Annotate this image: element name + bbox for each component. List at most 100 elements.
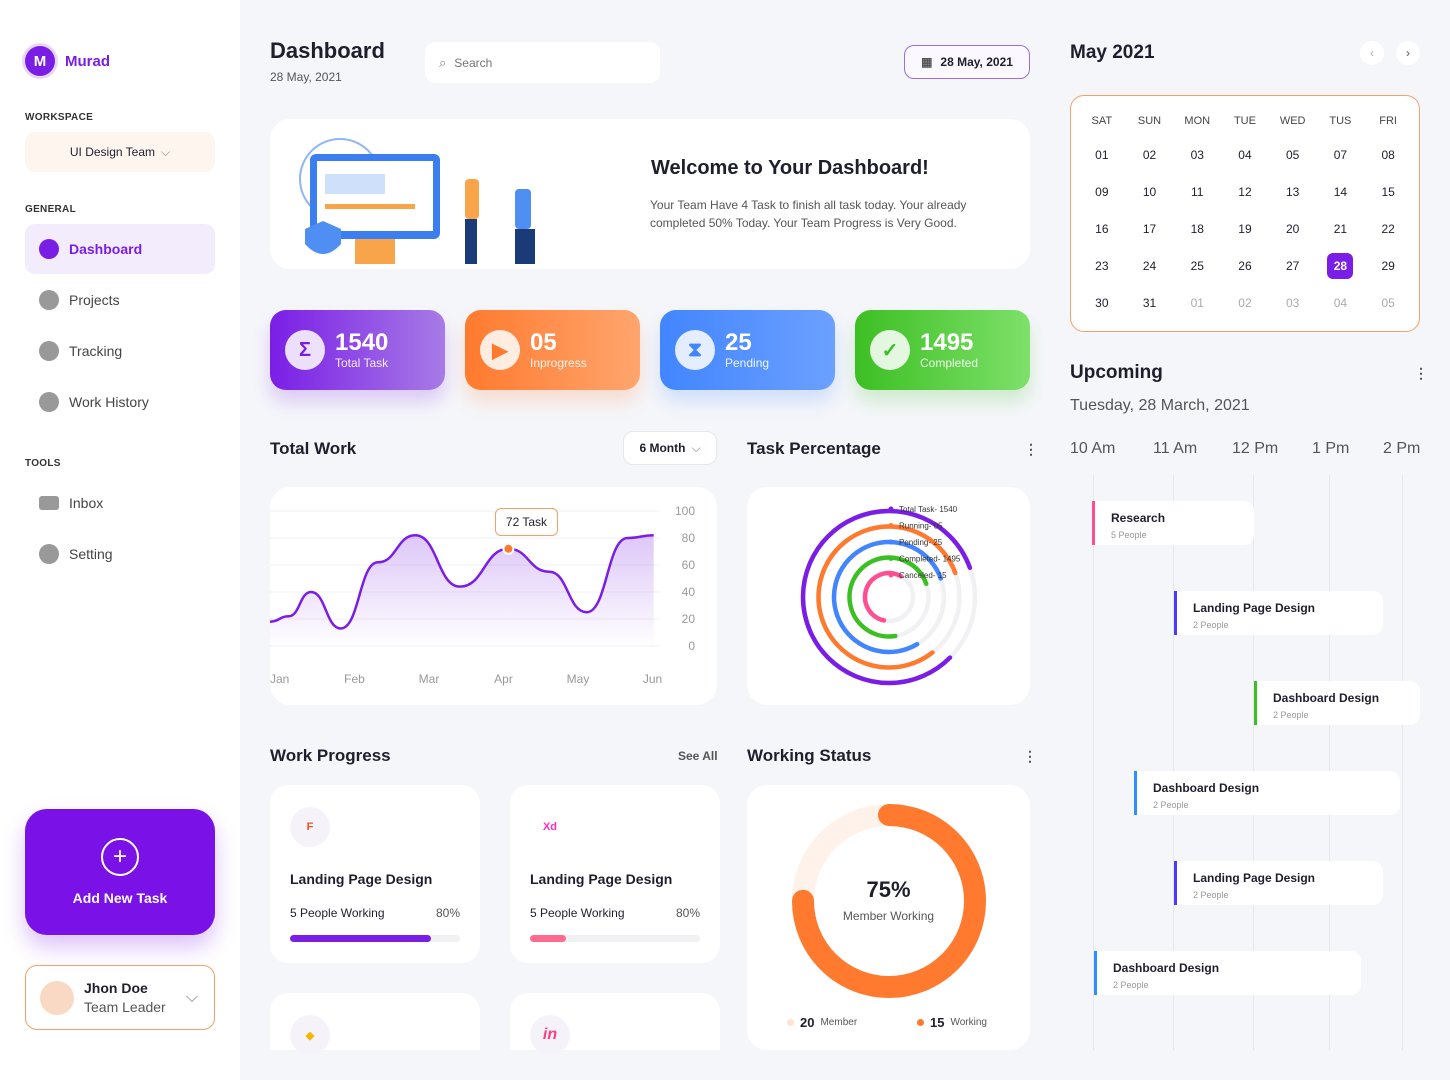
user-name: Jhon Doe <box>84 980 148 996</box>
chevron-right-icon[interactable]: › <box>1396 41 1420 65</box>
calendar-day[interactable]: 03 <box>1269 284 1317 321</box>
event-card[interactable]: Dashboard Design 2 People <box>1134 771 1400 815</box>
event-people: 2 People <box>1193 890 1229 900</box>
stat-card-total-task[interactable]: Σ 1540 Total Task <box>270 310 445 390</box>
progress-bar <box>530 935 700 942</box>
stat-card-pending[interactable]: ⧗ 25 Pending <box>660 310 835 390</box>
event-title: Dashboard Design <box>1113 961 1220 975</box>
work-progress-card[interactable]: in <box>510 993 720 1055</box>
x-tick-label: Apr <box>494 672 513 686</box>
calendar-day[interactable]: 11 <box>1173 173 1221 210</box>
calendar-day[interactable]: 04 <box>1221 136 1269 173</box>
sidebar-item-projects[interactable]: Projects <box>25 275 215 325</box>
calendar-day[interactable]: 26 <box>1221 247 1269 284</box>
sidebar-item-tracking[interactable]: Tracking <box>25 326 215 376</box>
calendar-day[interactable]: 19 <box>1221 210 1269 247</box>
calendar-day[interactable]: 15 <box>1364 173 1412 210</box>
search-input[interactable] <box>454 55 625 70</box>
calendar-day[interactable]: 12 <box>1221 173 1269 210</box>
sidebar-item-inbox[interactable]: Inbox <box>25 478 215 528</box>
event-people: 2 People <box>1113 980 1149 990</box>
calendar-day[interactable]: 17 <box>1126 210 1174 247</box>
calendar-day[interactable]: 21 <box>1317 210 1365 247</box>
page-title: Dashboard <box>270 38 385 63</box>
event-card[interactable]: Landing Page Design 2 People <box>1174 591 1383 635</box>
calendar-day[interactable]: 28 <box>1317 247 1365 284</box>
workspace-dropdown[interactable]: UI Design Team ⌵ <box>25 132 215 172</box>
work-progress-card[interactable]: F Landing Page Design 5 People Working 8… <box>270 785 480 963</box>
calendar-day[interactable]: 03 <box>1173 136 1221 173</box>
legend-dot <box>888 556 894 561</box>
calendar-day[interactable]: 31 <box>1126 284 1174 321</box>
calendar-day[interactable]: 27 <box>1269 247 1317 284</box>
area-chart: 100 80 60 40 20 0 Jan Feb Mar Apr May Jun <box>269 504 696 686</box>
calendar-day[interactable]: 14 <box>1317 173 1365 210</box>
more-options-icon[interactable]: ⋮ <box>1023 748 1037 765</box>
stat-card-completed[interactable]: ✓ 1495 Completed <box>855 310 1030 390</box>
highlight-point[interactable] <box>502 542 515 555</box>
calendar-day[interactable]: 02 <box>1126 136 1174 173</box>
day-number: 28 <box>1327 252 1354 279</box>
stat-card-inprogress[interactable]: ▶ 05 Inprogress <box>465 310 640 390</box>
upcoming-title: Upcoming <box>1070 362 1163 383</box>
calendar-day[interactable]: 23 <box>1078 247 1126 284</box>
day-number: 08 <box>1381 147 1395 162</box>
day-number: 03 <box>1190 147 1204 162</box>
see-all-link[interactable]: See All <box>678 749 718 763</box>
calendar-day[interactable]: 13 <box>1269 173 1317 210</box>
event-card[interactable]: Dashboard Design 2 People <box>1094 951 1361 995</box>
event-card[interactable]: Landing Page Design 2 People <box>1174 861 1383 905</box>
event-card[interactable]: Research 5 People <box>1092 501 1254 545</box>
weekday-label: TUS <box>1329 115 1352 127</box>
calendar-day[interactable]: 08 <box>1364 136 1412 173</box>
brand-logo[interactable]: M Murad <box>25 46 110 76</box>
sidebar-item-setting[interactable]: Setting <box>25 529 215 579</box>
calendar-day[interactable]: 07 <box>1317 136 1365 173</box>
calendar-day[interactable]: 24 <box>1126 247 1174 284</box>
event-card[interactable]: Dashboard Design 2 People <box>1254 681 1420 725</box>
calendar-day[interactable]: 29 <box>1364 247 1412 284</box>
date-picker-button[interactable]: ▦ 28 May, 2021 <box>904 45 1030 79</box>
calendar-day[interactable]: 05 <box>1364 284 1412 321</box>
day-number: 22 <box>1381 221 1395 236</box>
work-progress-card[interactable]: Xd Landing Page Design 5 People Working … <box>510 785 720 963</box>
calendar-day[interactable]: 18 <box>1173 210 1221 247</box>
legend-label: Total Task- 1540 <box>899 505 958 514</box>
day-number: 10 <box>1142 184 1157 199</box>
calendar-day[interactable]: 01 <box>1173 284 1221 321</box>
avatar <box>40 980 74 1015</box>
calendar-day[interactable]: 10 <box>1126 173 1174 210</box>
figma-icon: F <box>290 807 330 847</box>
calendar-title: May 2021 <box>1070 42 1155 63</box>
y-tick-label: 80 <box>682 531 696 545</box>
more-options-icon[interactable]: ⋮ <box>1024 441 1038 458</box>
calendar-day[interactable]: 30 <box>1078 284 1126 321</box>
calendar-day[interactable]: 20 <box>1269 210 1317 247</box>
calendar-day[interactable]: 22 <box>1364 210 1412 247</box>
day-number: 11 <box>1191 184 1204 199</box>
day-number: 24 <box>1142 258 1157 273</box>
calendar-day[interactable]: 05 <box>1269 136 1317 173</box>
sidebar-item-label: Projects <box>69 292 120 308</box>
calendar-day[interactable]: 01 <box>1078 136 1126 173</box>
user-role: Team Leader <box>84 999 166 1015</box>
period-dropdown[interactable]: 6 Month ⌵ <box>623 431 717 465</box>
time-label: 12 Pm <box>1232 440 1279 457</box>
calendar-day[interactable]: 25 <box>1173 247 1221 284</box>
calendar-day[interactable]: 04 <box>1317 284 1365 321</box>
chevron-left-icon[interactable]: ‹ <box>1360 41 1384 65</box>
legend-member: 20 Member <box>787 1015 857 1030</box>
legend-value: 20 <box>800 1015 815 1030</box>
search-box[interactable]: ⌕ <box>425 42 660 83</box>
day-number: 29 <box>1381 258 1395 273</box>
calendar-day[interactable]: 16 <box>1078 210 1126 247</box>
add-new-task-button[interactable]: + Add New Task <box>25 809 215 935</box>
user-profile[interactable]: Jhon Doe Team Leader ⌵ <box>25 965 215 1030</box>
calendar-day[interactable]: 02 <box>1221 284 1269 321</box>
work-progress-card[interactable]: ◆ <box>270 993 480 1055</box>
calendar-day[interactable]: 09 <box>1078 173 1126 210</box>
sidebar-item-work-history[interactable]: Work History <box>25 377 215 427</box>
sidebar-item-dashboard[interactable]: Dashboard <box>25 224 215 274</box>
workspace-value: UI Design Team <box>69 145 156 159</box>
more-options-icon[interactable]: ⋮ <box>1414 365 1428 382</box>
